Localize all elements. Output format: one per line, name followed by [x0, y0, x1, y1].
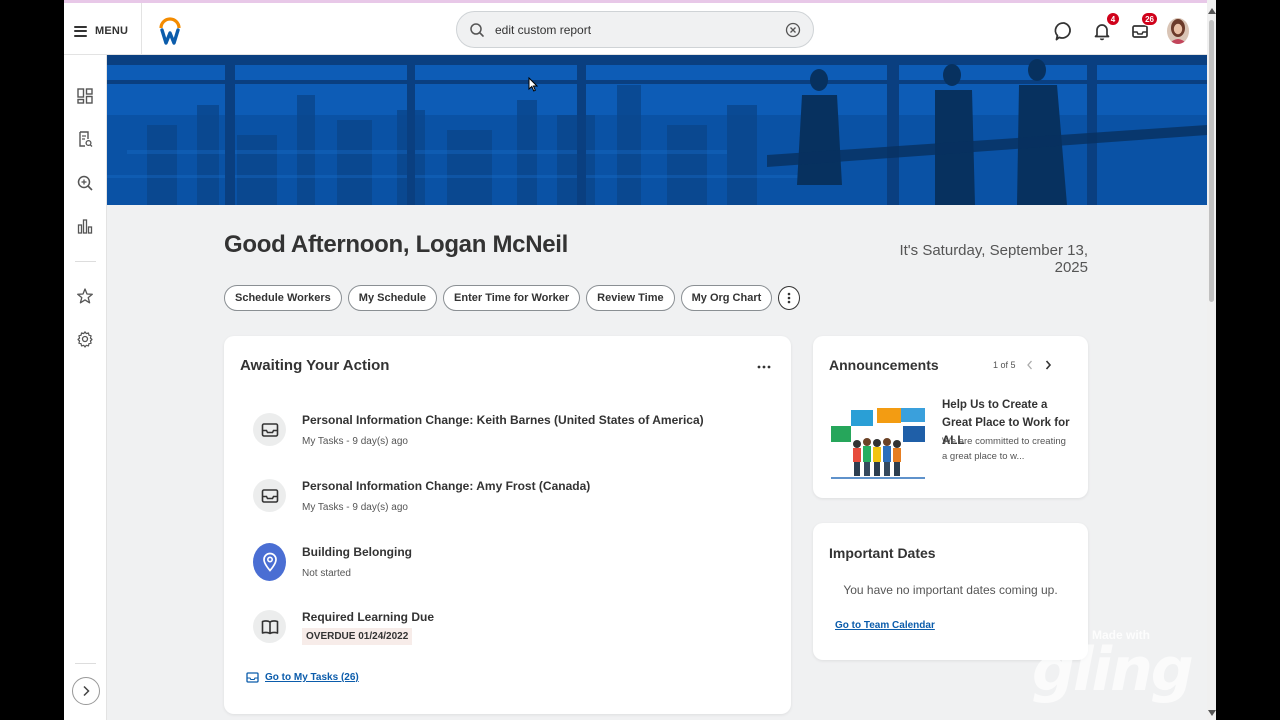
chevron-right-icon [83, 685, 90, 697]
search-bar[interactable] [456, 11, 814, 48]
inbox-icon [253, 413, 286, 446]
sidebar-divider [75, 663, 96, 664]
card-title: Awaiting Your Action [240, 357, 390, 374]
inbox-button[interactable]: 26 [1129, 12, 1158, 42]
divider [141, 3, 142, 54]
hero-banner [107, 55, 1207, 205]
task-subtitle: My Tasks - 9 day(s) ago [302, 436, 408, 447]
hamburger-icon [74, 25, 87, 37]
notifications-badge: 4 [1106, 12, 1120, 26]
review-time-button[interactable]: Review Time [586, 285, 675, 311]
top-bar: MENU 4 26 [64, 0, 1207, 55]
awaiting-action-card: Awaiting Your Action Personal Informatio… [224, 336, 791, 714]
avatar[interactable] [1167, 18, 1189, 44]
date-text: It's Saturday, September 13, 2025 [899, 242, 1088, 276]
card-title: Important Dates [829, 545, 936, 561]
inbox-badge: 26 [1141, 12, 1158, 26]
task-item[interactable]: Personal Information Change: Keith Barne… [253, 413, 773, 463]
sidebar-divider [75, 261, 96, 262]
task-item[interactable]: Personal Information Change: Amy Frost (… [253, 479, 773, 529]
scrollbar[interactable] [1207, 0, 1216, 720]
star-icon[interactable] [76, 287, 94, 305]
my-org-chart-button[interactable]: My Org Chart [680, 285, 773, 311]
task-item[interactable]: Required Learning Due OVERDUE 01/24/2022 [253, 610, 773, 660]
go-to-my-tasks-link[interactable]: Go to My Tasks (26) [246, 672, 359, 683]
more-actions-button[interactable] [778, 286, 801, 310]
scrollbar-thumb[interactable] [1209, 20, 1214, 302]
task-item[interactable]: Building Belonging Not started [253, 543, 773, 595]
chevron-left-icon[interactable] [1026, 360, 1034, 370]
search-icon [470, 22, 484, 37]
gear-icon[interactable] [76, 330, 94, 348]
task-title[interactable]: Personal Information Change: Keith Barne… [302, 413, 704, 427]
chat-icon[interactable] [1053, 20, 1075, 42]
important-dates-card: Important Dates You have no important da… [813, 523, 1088, 660]
go-to-my-tasks-label[interactable]: Go to My Tasks (26) [265, 672, 359, 683]
card-title: Announcements [829, 357, 939, 373]
overdue-badge: OVERDUE 01/24/2022 [302, 628, 413, 645]
mouse-cursor-icon [528, 77, 538, 92]
my-schedule-button[interactable]: My Schedule [347, 285, 438, 311]
sidebar [64, 55, 107, 720]
scroll-up-arrow-icon[interactable] [1208, 8, 1216, 14]
inbox-icon [246, 672, 259, 683]
task-subtitle: My Tasks - 9 day(s) ago [302, 502, 408, 513]
report-search-icon[interactable] [76, 130, 94, 148]
watermark-made-with: Made with [1092, 628, 1151, 642]
notifications-button[interactable]: 4 [1091, 12, 1120, 42]
app-window: MENU 4 26 [64, 0, 1216, 720]
task-title[interactable]: Building Belonging [302, 545, 412, 559]
announcements-card: Announcements 1 of 5 Help Us to Create a… [813, 336, 1088, 498]
clear-search-icon[interactable] [785, 22, 801, 38]
announcement-body: We are committed to creating a great pla… [942, 436, 1066, 462]
dashboard-icon[interactable] [76, 87, 94, 105]
pager: 1 of 5 [993, 360, 1052, 370]
task-title[interactable]: Personal Information Change: Amy Frost (… [302, 479, 590, 493]
more-options-icon[interactable] [756, 360, 772, 374]
zoom-search-icon[interactable] [76, 174, 94, 192]
inbox-icon [253, 479, 286, 512]
enter-time-for-worker-button[interactable]: Enter Time for Worker [443, 285, 581, 311]
menu-button[interactable]: MENU [74, 17, 128, 45]
book-icon [253, 610, 286, 643]
bar-chart-icon[interactable] [76, 217, 94, 235]
quick-actions: Schedule Workers My Schedule Enter Time … [224, 285, 801, 311]
task-title[interactable]: Required Learning Due [302, 610, 434, 624]
expand-sidebar-button[interactable] [72, 677, 100, 705]
search-input[interactable] [495, 22, 785, 37]
chevron-right-icon[interactable] [1044, 360, 1052, 370]
menu-label: MENU [95, 25, 129, 37]
go-to-team-calendar-link[interactable]: Go to Team Calendar [835, 620, 935, 631]
vertical-dots-icon [787, 292, 791, 304]
task-subtitle: Not started [302, 568, 351, 579]
location-pin-icon [253, 543, 286, 581]
page-title: Good Afternoon, Logan McNeil [224, 231, 569, 258]
workday-logo[interactable] [158, 17, 182, 45]
schedule-workers-button[interactable]: Schedule Workers [224, 285, 342, 311]
announcement-image[interactable] [829, 396, 927, 480]
empty-state-text: You have no important dates coming up. [843, 583, 1058, 597]
scroll-down-arrow-icon[interactable] [1208, 710, 1216, 716]
pager-text: 1 of 5 [993, 360, 1016, 370]
